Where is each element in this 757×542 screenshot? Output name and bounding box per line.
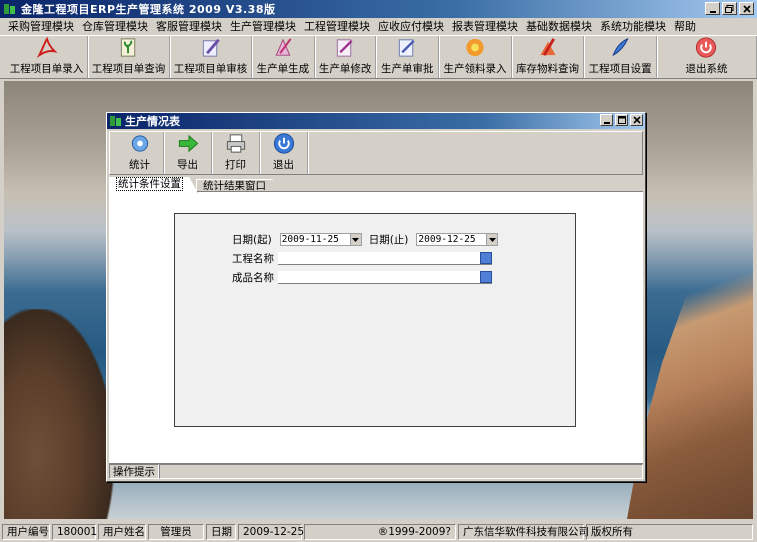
- printer-icon: [226, 134, 245, 153]
- lookup-icon[interactable]: [480, 252, 492, 264]
- operation-hint: 操作提示: [109, 464, 159, 479]
- date-to-picker[interactable]: 2009-12-25: [416, 233, 499, 246]
- pen-document-icon: [202, 38, 220, 57]
- copyright: ®1999-2009?: [304, 523, 456, 540]
- project-audit-button[interactable]: 工程项目单审核: [170, 36, 252, 78]
- menu-warehouse[interactable]: 仓库管理模块: [78, 19, 152, 34]
- menu-receivables[interactable]: 应收应付模块: [374, 19, 448, 34]
- minimize-icon: [603, 122, 610, 124]
- date-from-label: 日期(起): [232, 234, 272, 246]
- product-name-input[interactable]: [278, 271, 492, 284]
- close-icon: [632, 116, 641, 124]
- child-minimize-button[interactable]: [600, 114, 613, 126]
- main-toolbar: 工程项目单录入 工程项目单查询 工程项目单审核 生产单生成 生产单修改 生产单审…: [0, 35, 757, 79]
- menu-engineering[interactable]: 工程管理模块: [300, 19, 374, 34]
- rights-text: 版权所有: [586, 523, 753, 540]
- conditions-panel: 日期(起) 2009-11-25 日期(止) 2009-12-25 工程名称 成…: [109, 191, 643, 463]
- restore-icon: [725, 4, 734, 13]
- project-entry-button[interactable]: 工程项目单录入: [6, 36, 88, 78]
- brush-icon: [539, 38, 556, 56]
- company-name: 广东信华软件科技有限公司: [458, 523, 589, 540]
- production-generate-button[interactable]: 生产单生成: [252, 36, 315, 78]
- power-icon: [696, 37, 717, 58]
- pen-generate-icon: [275, 38, 292, 56]
- minimize-icon: [709, 10, 716, 13]
- tab-conditions[interactable]: 统计条件设置: [109, 177, 198, 193]
- hint-bar: 操作提示: [109, 463, 643, 479]
- stats-gear-icon: [131, 135, 148, 152]
- maximize-icon: [617, 116, 626, 124]
- app-title: 金隆工程项目ERP生产管理系统 2009 V3.38版: [21, 3, 276, 16]
- pdf-document-icon: [36, 36, 58, 58]
- plant-document-icon: [120, 38, 135, 57]
- product-name-label: 成品名称: [232, 272, 274, 284]
- project-query-button[interactable]: 工程项目单查询: [88, 36, 170, 78]
- close-button[interactable]: [739, 2, 754, 15]
- child-title: 生产情况表: [125, 115, 180, 128]
- app-title-bar: 金隆工程项目ERP生产管理系统 2009 V3.38版: [0, 0, 757, 18]
- child-title-bar: 生产情况表: [107, 113, 645, 129]
- user-id: 180001: [52, 523, 97, 540]
- status-bar: 用户编号 180001 用户姓名 管理员 日期 2009-12-25 ®1999…: [0, 521, 757, 542]
- menu-customer-service[interactable]: 客服管理模块: [152, 19, 226, 34]
- user-name-label: 用户姓名: [98, 523, 146, 540]
- menu-purchase[interactable]: 采购管理模块: [4, 19, 78, 34]
- date-to-label: 日期(止): [368, 234, 409, 246]
- approve-document-icon: [399, 39, 415, 57]
- child-maximize-button[interactable]: [615, 114, 628, 126]
- export-button[interactable]: 导出: [164, 132, 212, 174]
- material-requisition-button[interactable]: 生产领料录入: [439, 36, 512, 78]
- menu-production[interactable]: 生产管理模块: [226, 19, 300, 34]
- chevron-down-icon[interactable]: [486, 234, 498, 245]
- chevron-down-icon[interactable]: [349, 234, 361, 245]
- arrow-right-icon: [178, 134, 198, 153]
- production-edit-button[interactable]: 生产单修改: [315, 36, 377, 78]
- child-close-button[interactable]: [630, 114, 643, 126]
- user-id-label: 用户编号: [2, 523, 50, 540]
- app-logo-icon: [4, 4, 15, 14]
- date-label: 日期: [206, 523, 236, 540]
- menu-base-data[interactable]: 基础数据模块: [522, 19, 596, 34]
- date-from-picker[interactable]: 2009-11-25: [279, 233, 362, 246]
- project-settings-button[interactable]: 工程项目设置: [584, 36, 657, 78]
- exit-button[interactable]: 退出: [260, 132, 308, 174]
- project-name-label: 工程名称: [232, 253, 274, 265]
- project-name-input[interactable]: [278, 252, 492, 265]
- child-toolbar: 统计 导出 打印 退出: [109, 131, 643, 175]
- current-date: 2009-12-25: [238, 523, 304, 540]
- menu-reports[interactable]: 报表管理模块: [448, 19, 522, 34]
- inventory-query-button[interactable]: 库存物料查询: [512, 36, 585, 78]
- production-report-window: 生产情况表 统计 导出 打印 退出 统计条件设置 统计结果窗口 日期(起) 20…: [106, 112, 646, 482]
- minimize-button[interactable]: [705, 2, 720, 15]
- power-icon: [273, 133, 294, 154]
- lookup-icon[interactable]: [480, 271, 492, 283]
- conditions-form: 日期(起) 2009-11-25 日期(止) 2009-12-25 工程名称 成…: [174, 213, 576, 427]
- menu-system[interactable]: 系统功能模块: [596, 19, 670, 34]
- print-button[interactable]: 打印: [212, 132, 260, 174]
- close-icon: [742, 4, 751, 13]
- hint-content: [159, 464, 643, 479]
- menu-bar: 采购管理模块 仓库管理模块 客服管理模块 生产管理模块 工程管理模块 应收应付模…: [0, 18, 757, 35]
- exit-system-button[interactable]: 退出系统: [657, 36, 757, 78]
- production-approve-button[interactable]: 生产单审批: [376, 36, 440, 78]
- wallpaper-rock-left: [4, 309, 114, 519]
- flower-icon: [466, 38, 484, 57]
- stats-button[interactable]: 统计: [116, 132, 164, 174]
- edit-document-icon: [336, 39, 353, 57]
- quill-icon: [612, 37, 629, 57]
- maximize-button[interactable]: [722, 2, 737, 15]
- menu-help[interactable]: 帮助: [670, 19, 700, 34]
- window-logo-icon: [110, 116, 121, 126]
- user-name: 管理员: [148, 523, 204, 540]
